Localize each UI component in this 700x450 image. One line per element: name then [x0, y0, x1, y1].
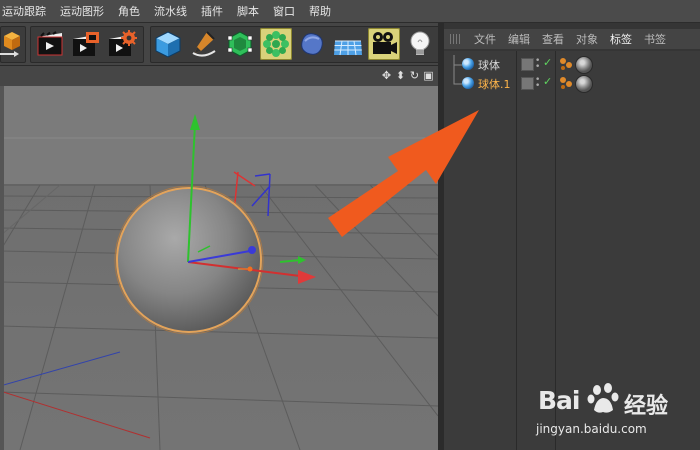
- tree-line-icon: [453, 74, 462, 85]
- menu-window[interactable]: 窗口: [266, 3, 302, 19]
- menu-character[interactable]: 角色: [111, 3, 147, 19]
- watermark-url: jingyan.baidu.com: [536, 422, 647, 436]
- tab-view[interactable]: 查看: [536, 31, 570, 47]
- render-to-picture-viewer-icon[interactable]: [70, 28, 102, 60]
- move-view-icon[interactable]: ✥: [381, 69, 392, 82]
- viewport-header: ✥ ⬍ ↻ ▣: [0, 66, 438, 86]
- tab-objects[interactable]: 对象: [570, 31, 604, 47]
- watermark-brand: Bai: [538, 386, 580, 415]
- tab-edit[interactable]: 编辑: [502, 31, 536, 47]
- material-tag-icon[interactable]: [575, 56, 593, 74]
- menu-script[interactable]: 脚本: [230, 3, 266, 19]
- camera-icon[interactable]: [368, 28, 400, 60]
- viewport-left-edge: [0, 86, 4, 450]
- material-tag-icon[interactable]: [575, 75, 593, 93]
- visibility-dots-icon[interactable]: • •: [535, 76, 541, 91]
- baidu-paw-icon: [587, 383, 619, 413]
- render-settings-icon[interactable]: [106, 28, 138, 60]
- phong-tag-icon[interactable]: [559, 57, 573, 71]
- phong-tag-icon[interactable]: [559, 76, 573, 90]
- enabled-check-icon[interactable]: ✓: [543, 75, 552, 88]
- subdivision-icon[interactable]: [224, 28, 256, 60]
- layer-color-icon[interactable]: [521, 58, 534, 71]
- cube-icon[interactable]: [152, 28, 184, 60]
- toggle-view-icon[interactable]: ▣: [423, 69, 434, 82]
- enabled-check-icon[interactable]: ✓: [543, 56, 552, 69]
- render-view-icon[interactable]: [34, 28, 66, 60]
- menu-mograph[interactable]: 运动图形: [53, 3, 111, 19]
- object-name[interactable]: 球体.1: [478, 76, 511, 92]
- dolly-view-icon[interactable]: ⬍: [395, 69, 406, 82]
- main-toolbar: [0, 23, 442, 66]
- perspective-viewport[interactable]: ✥ ⬍ ↻ ▣: [0, 66, 438, 450]
- light-icon[interactable]: [404, 28, 436, 60]
- menu-pipeline[interactable]: 流水线: [147, 3, 194, 19]
- panel-grip-icon[interactable]: [450, 34, 462, 44]
- object-row[interactable]: 球体 • • ✓: [444, 55, 700, 74]
- pen-spline-icon[interactable]: [188, 28, 220, 60]
- tab-file[interactable]: 文件: [468, 31, 502, 47]
- array-generator-icon[interactable]: [260, 28, 292, 60]
- object-row-selected[interactable]: 球体.1 • • ✓: [444, 74, 700, 93]
- menu-help[interactable]: 帮助: [302, 3, 338, 19]
- object-manager-menu: 文件 编辑 查看 对象 标签 书签: [444, 29, 700, 49]
- visibility-dots-icon[interactable]: • •: [535, 57, 541, 72]
- menu-bar: 运动跟踪 运动图形 角色 流水线 插件 脚本 窗口 帮助: [0, 0, 700, 23]
- viewport-scene: [0, 86, 438, 450]
- viewport-nav-icons: ✥ ⬍ ↻ ▣: [381, 69, 434, 82]
- watermark-brand-suffix: 经验: [624, 394, 669, 419]
- sphere-object-icon: [462, 77, 474, 89]
- object-name[interactable]: 球体: [478, 57, 500, 73]
- floor-icon[interactable]: [332, 28, 364, 60]
- cube-primitive-icon[interactable]: [0, 28, 26, 60]
- column-divider: [516, 51, 517, 450]
- rotate-view-icon[interactable]: ↻: [409, 69, 420, 82]
- menu-plugins[interactable]: 插件: [194, 3, 230, 19]
- tree-line-icon: [453, 55, 462, 74]
- tab-tags[interactable]: 标签: [604, 31, 638, 47]
- sphere-object-icon: [462, 58, 474, 70]
- tab-bookmarks[interactable]: 书签: [638, 31, 672, 47]
- deformer-icon[interactable]: [296, 28, 328, 60]
- layer-color-icon[interactable]: [521, 77, 534, 90]
- menu-motion-tracking[interactable]: 运动跟踪: [0, 3, 53, 19]
- baidu-jingyan-watermark: Bai 经验 jingyan.baidu.com: [536, 380, 696, 446]
